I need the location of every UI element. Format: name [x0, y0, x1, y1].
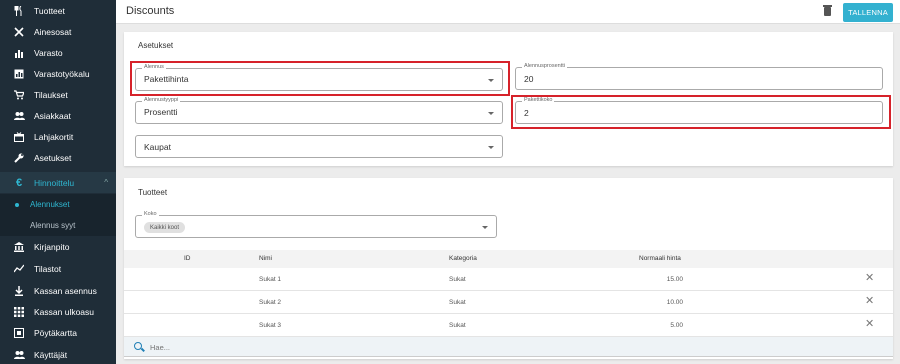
sidebar-item-label: Varastotyökalu: [34, 68, 90, 79]
trash-icon[interactable]: [823, 5, 832, 16]
dropdown-arrow-icon: [482, 225, 488, 229]
table-row[interactable]: Sukat 1 Sukat 15.00 ✕: [124, 268, 893, 291]
dropdown-arrow-icon: [488, 145, 494, 149]
sidebar-item-kassan-asennus[interactable]: Kassan asennus: [0, 280, 116, 301]
koko-select[interactable]: Koko Kaikki koot: [135, 211, 497, 238]
alennusprosentti-value: 20: [524, 74, 534, 84]
alennustyyppi-select[interactable]: Alennustyyppi Prosentti: [135, 97, 503, 124]
cell-category: Sukat: [449, 299, 466, 306]
sidebar-item-label: Kassan ulkoasu: [34, 306, 95, 317]
people-icon: [12, 111, 26, 121]
cell-category: Sukat: [449, 322, 466, 329]
kaupat-placeholder: Kaupat: [144, 142, 171, 152]
column-header-nimi[interactable]: Nimi: [259, 255, 272, 262]
sidebar-item-asiakkaat[interactable]: Asiakkaat: [0, 105, 116, 126]
cell-name: Sukat 1: [259, 276, 282, 283]
sidebar-subitem-alennus-syyt[interactable]: Alennus syyt: [0, 215, 116, 236]
sidebar-item-poytakartta[interactable]: Pöytäkartta: [0, 322, 116, 343]
highlight-alennus: [130, 61, 510, 96]
cell-name: Sukat 3: [259, 322, 282, 329]
sidebar-item-kassan-ulkoasu[interactable]: Kassan ulkoasu: [0, 301, 116, 322]
sidebar-item-label: Tilaukset: [34, 89, 68, 100]
column-header-id[interactable]: ID: [184, 255, 191, 262]
sidebar-item-kirjanpito[interactable]: Kirjanpito: [0, 236, 116, 257]
cell-price: 5.00: [670, 322, 683, 329]
active-dot-icon: [15, 202, 19, 207]
sidebar-subitem-label: Alennus syyt: [30, 221, 76, 230]
wrench-icon: [12, 153, 26, 163]
cart-icon: [12, 89, 26, 100]
search-icon: [134, 342, 142, 350]
cell-price: 15.00: [666, 276, 683, 283]
download-icon: [12, 285, 26, 296]
sidebar-item-label: Hinnoittelu: [34, 177, 75, 188]
alennustyyppi-value: Prosentti: [144, 107, 178, 117]
dropdown-arrow-icon: [488, 111, 494, 115]
table-header: ID Nimi Kategoria Normaali hinta: [124, 250, 893, 268]
koko-label: Koko: [142, 211, 159, 217]
sidebar-item-label: Asetukset: [34, 152, 72, 163]
column-header-kategoria[interactable]: Kategoria: [449, 255, 477, 262]
cell-name: Sukat 2: [259, 299, 282, 306]
bank-icon: [12, 241, 26, 252]
table-row[interactable]: Sukat 3 Sukat 5.00 ✕: [124, 314, 893, 337]
sidebar-item-varastotyokalu[interactable]: Varastotyökalu: [0, 63, 116, 84]
alennusprosentti-label: Alennusprosentti: [522, 63, 567, 69]
gift-card-icon: [12, 131, 26, 142]
report-icon: [12, 69, 26, 79]
sidebar-item-label: Lahjakortit: [34, 131, 74, 142]
table-search: [124, 337, 893, 357]
grid-icon: [12, 306, 26, 317]
tools-icon: [12, 26, 26, 37]
sidebar-item-label: Tuotteet: [34, 5, 65, 16]
sidebar-item-hinnoittelu[interactable]: € Hinnoittelu ^: [0, 172, 116, 193]
table-row[interactable]: Sukat 2 Sukat 10.00 ✕: [124, 291, 893, 314]
submenu-hinnoittelu: Alennukset Alennus syyt: [0, 194, 116, 236]
sidebar: Tuotteet Ainesosat Varasto Varastotyökal…: [0, 0, 116, 364]
chevron-up-icon: ^: [104, 178, 108, 187]
people-icon: [12, 350, 26, 360]
cutlery-icon: [12, 5, 26, 16]
sidebar-item-varasto[interactable]: Varasto: [0, 42, 116, 63]
remove-row-icon[interactable]: ✕: [865, 296, 874, 307]
save-button[interactable]: TALLENNA: [843, 3, 893, 22]
sidebar-subitem-alennukset[interactable]: Alennukset: [0, 194, 116, 215]
cell-category: Sukat: [449, 276, 466, 283]
sidebar-item-tuotteet[interactable]: Tuotteet: [0, 0, 116, 21]
sidebar-item-kayttajat[interactable]: Käyttäjät: [0, 344, 116, 364]
cell-price: 10.00: [666, 299, 683, 306]
table-map-icon: [12, 327, 26, 338]
sidebar-item-label: Tilastot: [34, 263, 62, 274]
sidebar-subitem-label: Alennukset: [30, 200, 70, 209]
search-input[interactable]: [150, 341, 450, 353]
column-header-normaali-hinta[interactable]: Normaali hinta: [639, 255, 681, 262]
sidebar-item-label: Käyttäjät: [34, 349, 68, 360]
bar-chart-icon: [12, 48, 26, 58]
sidebar-item-tilastot[interactable]: Tilastot: [0, 258, 116, 279]
sidebar-item-asetukset[interactable]: Asetukset: [0, 147, 116, 168]
sidebar-item-label: Ainesosat: [34, 26, 72, 37]
sidebar-item-label: Kirjanpito: [34, 241, 70, 252]
kaupat-select[interactable]: Kaupat: [135, 135, 503, 158]
sidebar-item-label: Pöytäkartta: [34, 327, 77, 338]
sidebar-item-label: Asiakkaat: [34, 110, 71, 121]
sidebar-item-label: Varasto: [34, 47, 63, 58]
sidebar-item-tilaukset[interactable]: Tilaukset: [0, 84, 116, 105]
alennustyyppi-label: Alennustyyppi: [142, 97, 181, 103]
top-bar: Discounts TALLENNA: [116, 0, 900, 24]
remove-row-icon[interactable]: ✕: [865, 319, 874, 330]
sidebar-item-lahjakortit[interactable]: Lahjakortit: [0, 126, 116, 147]
koko-chip[interactable]: Kaikki koot: [144, 222, 186, 233]
sidebar-item-label: Kassan asennus: [34, 285, 97, 296]
page-title: Discounts: [126, 5, 175, 17]
line-chart-icon: [12, 264, 26, 274]
settings-title: Asetukset: [138, 41, 174, 50]
products-title: Tuotteet: [138, 188, 168, 197]
highlight-pakettikoko: [511, 95, 891, 129]
remove-row-icon[interactable]: ✕: [865, 273, 874, 284]
sidebar-item-ainesosat[interactable]: Ainesosat: [0, 21, 116, 42]
euro-icon: €: [15, 176, 23, 189]
alennusprosentti-field[interactable]: Alennusprosentti 20: [515, 63, 883, 90]
